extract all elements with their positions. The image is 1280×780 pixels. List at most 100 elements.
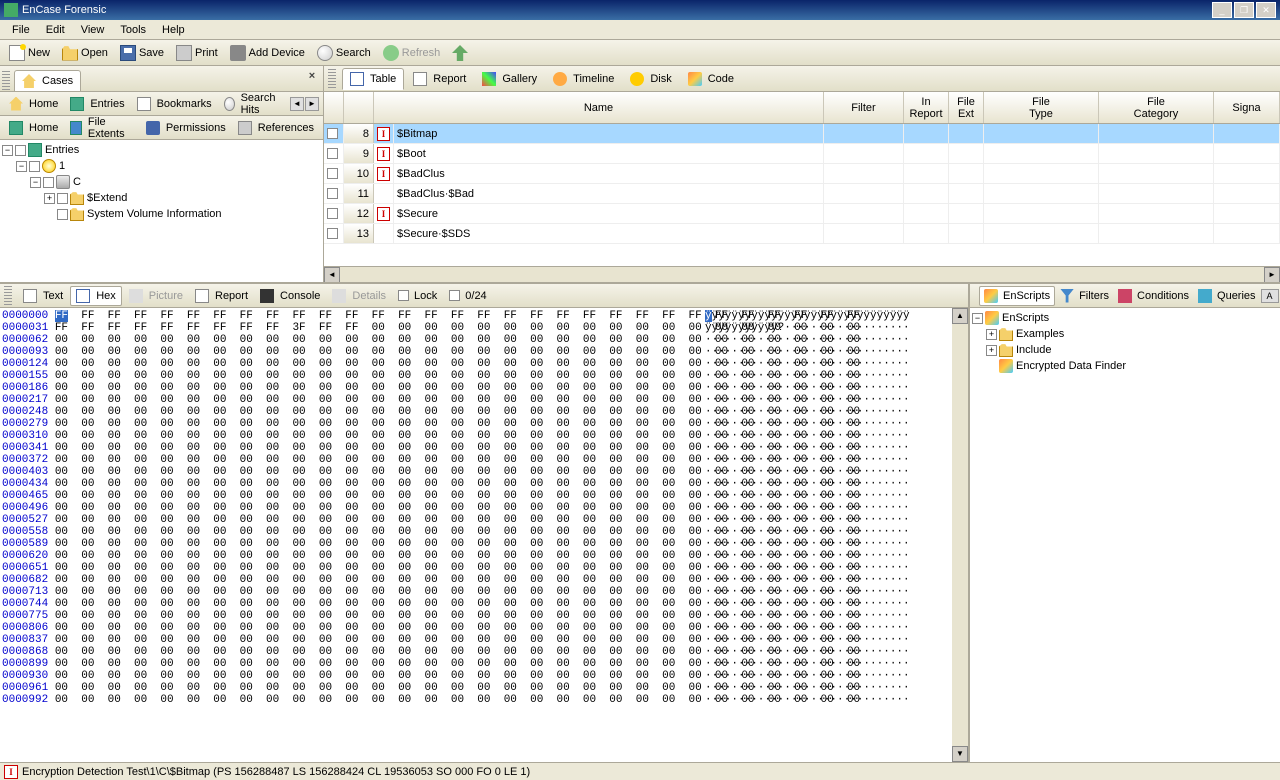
table-icon [350,72,364,86]
tree-item-entries[interactable]: −Entries [2,142,321,158]
subtab-home[interactable]: Home [4,95,63,113]
tab-gallery[interactable]: Gallery [475,69,544,89]
restore-button[interactable]: ❐ [1234,2,1254,18]
refresh-button[interactable]: Refresh [378,43,446,63]
col-signature[interactable]: Signa [1214,92,1280,123]
filters-icon [1060,289,1074,303]
col-file-type[interactable]: File Type [984,92,1099,123]
table-row[interactable]: 8I$Bitmap [324,124,1280,144]
file-icon: I [377,127,390,141]
subtab-bookmarks[interactable]: Bookmarks [132,95,217,113]
tree-item-1[interactable]: −1 [2,158,321,174]
script-item-root[interactable]: −EnScripts [972,310,1278,326]
tab-timeline[interactable]: Timeline [546,69,621,89]
col-filter[interactable]: Filter [824,92,904,123]
tab-disk[interactable]: Disk [623,69,678,89]
print-button[interactable]: Print [171,43,223,63]
table-row[interactable]: 9I$Boot [324,144,1280,164]
case-tree[interactable]: −Entries −1 −C +$Extend System Volume In… [0,140,323,282]
tab-text[interactable]: Text [18,287,68,305]
col-file-ext[interactable]: File Ext [949,92,984,123]
tree-item-extend[interactable]: +$Extend [2,190,321,206]
tab-report-bottom[interactable]: Report [190,287,253,305]
add-device-button[interactable]: Add Device [225,43,310,63]
tab-hex[interactable]: Hex [70,286,122,306]
tab-queries[interactable]: Queries [1194,287,1260,305]
col-name[interactable]: Name [374,92,824,123]
subtab-search-hits[interactable]: Search Hits [219,90,288,118]
hex-icon [76,289,90,303]
hex-view[interactable]: 0000000 FF FF FF FF FF FF FF FF FF FF FF… [0,308,952,762]
subtab2-home[interactable]: Home [4,119,63,137]
tab-details[interactable]: Details [327,287,391,305]
scroll-up-button[interactable]: ▲ [952,308,968,324]
up-arrow-button[interactable] [447,43,473,63]
script-item-examples[interactable]: +Examples [972,326,1278,342]
tab-cases[interactable]: Cases [14,70,81,91]
col-num[interactable] [344,92,374,123]
report-icon [413,72,427,86]
horizontal-scrollbar[interactable]: ◄ ► [324,266,1280,282]
menu-help[interactable]: Help [154,22,193,38]
menu-tools[interactable]: Tools [112,22,154,38]
col-check[interactable] [324,92,344,123]
left-panel: Cases × Home Entries Bookmarks Search Hi… [0,66,324,282]
nav-next-button[interactable]: ► [305,97,319,111]
col-file-category[interactable]: File Category [1099,92,1214,123]
tab-table[interactable]: Table [342,68,404,90]
table-row[interactable]: 12I$Secure [324,204,1280,224]
table-row[interactable]: 11$BadClus·$Bad [324,184,1280,204]
table-row[interactable]: 10I$BadClus [324,164,1280,184]
subtab2-file-extents[interactable]: File Extents [65,114,138,142]
grip-icon[interactable] [328,69,336,89]
grip-icon[interactable] [2,71,10,91]
subtab2-references[interactable]: References [233,119,319,137]
tree-item-c[interactable]: −C [2,174,321,190]
script-tree[interactable]: −EnScripts +Examples +Include Encrypted … [970,308,1280,762]
text-size-button[interactable]: A [1261,289,1279,303]
table-row[interactable]: 13$Secure·$SDS [324,224,1280,244]
open-button[interactable]: Open [57,43,113,63]
tab-code[interactable]: Code [681,69,741,89]
script-item-include[interactable]: +Include [972,342,1278,358]
table-body[interactable]: 8I$Bitmap9I$Boot10I$BadClus11$BadClus·$B… [324,124,1280,266]
grip-icon[interactable] [4,286,12,306]
subtab2-permissions[interactable]: Permissions [141,119,231,137]
console-icon [260,289,274,303]
menu-view[interactable]: View [73,22,113,38]
script-icon [999,359,1013,373]
col-in-report[interactable]: In Report [904,92,949,123]
close-panel-button[interactable]: × [305,70,319,84]
save-button[interactable]: Save [115,43,169,63]
search-hits-icon [224,97,235,111]
counter-display[interactable]: 0/24 [444,288,491,304]
queries-icon [1198,289,1212,303]
file-icon: I [377,147,390,161]
file-extents-icon [70,121,82,135]
search-button[interactable]: Search [312,43,376,63]
menu-edit[interactable]: Edit [38,22,73,38]
script-item-edf[interactable]: Encrypted Data Finder [972,358,1278,374]
menu-bar: File Edit View Tools Help [0,20,1280,40]
tree-item-svi[interactable]: System Volume Information [2,206,321,222]
tab-report[interactable]: Report [406,69,473,89]
subtab-entries[interactable]: Entries [65,95,129,113]
new-button[interactable]: New [4,43,55,63]
hex-panel: Text Hex Picture Report Console Details … [0,284,970,762]
hex-vertical-scrollbar[interactable]: ▲ ▼ [952,308,968,762]
gallery-icon [482,72,496,86]
close-button[interactable]: ✕ [1256,2,1276,18]
scroll-right-button[interactable]: ► [1264,267,1280,282]
lock-checkbox[interactable]: Lock [393,288,442,304]
entries-tree-icon [28,143,42,157]
menu-file[interactable]: File [4,22,38,38]
tab-filters[interactable]: Filters [1056,287,1113,305]
scroll-left-button[interactable]: ◄ [324,267,340,282]
tab-conditions[interactable]: Conditions [1114,287,1193,305]
scroll-down-button[interactable]: ▼ [952,746,968,762]
minimize-button[interactable]: _ [1212,2,1232,18]
tab-picture[interactable]: Picture [124,287,188,305]
nav-prev-button[interactable]: ◄ [290,97,304,111]
tab-enscripts[interactable]: EnScripts [979,286,1055,306]
tab-console[interactable]: Console [255,287,325,305]
